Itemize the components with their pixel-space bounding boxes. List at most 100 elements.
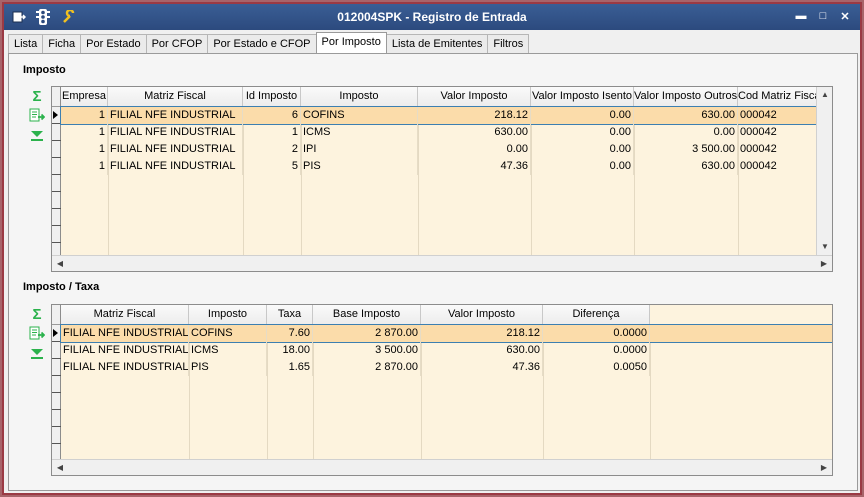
- cell-empresa[interactable]: 1: [61, 107, 108, 124]
- column-header-cod-matriz-fiscal[interactable]: Cod Matriz Fiscal: [738, 87, 822, 107]
- cell-imposto[interactable]: COFINS: [189, 325, 267, 342]
- close-button[interactable]: ✕: [834, 7, 856, 25]
- table-row[interactable]: 1 FILIAL NFE INDUSTRIAL 1 ICMS 630.00 0.…: [61, 124, 818, 141]
- column-header-valor-imposto[interactable]: Valor Imposto: [421, 305, 543, 325]
- cell-matriz-fiscal[interactable]: FILIAL NFE INDUSTRIAL: [61, 325, 189, 342]
- column-header-matriz-fiscal[interactable]: Matriz Fiscal: [108, 87, 243, 107]
- column-header-imposto[interactable]: Imposto: [301, 87, 418, 107]
- cell-valor-imposto-isento[interactable]: 0.00: [531, 158, 634, 175]
- imposto-vertical-scrollbar[interactable]: ▲ ▼: [816, 87, 832, 255]
- column-header-valor-imposto-outros[interactable]: Valor Imposto Outros: [634, 87, 738, 107]
- cell-valor-imposto-isento[interactable]: 0.00: [531, 141, 634, 158]
- column-header-valor-imposto[interactable]: Valor Imposto: [418, 87, 531, 107]
- imposto-taxa-grid: Matriz Fiscal Imposto Taxa Base Imposto …: [51, 304, 833, 476]
- cell-matriz-fiscal[interactable]: FILIAL NFE INDUSTRIAL: [61, 342, 189, 359]
- tab-por-estado-e-cfop[interactable]: Por Estado e CFOP: [207, 34, 317, 53]
- cell-imposto[interactable]: IPI: [301, 141, 418, 158]
- cell-valor-imposto[interactable]: 630.00: [421, 342, 543, 359]
- expand-down-icon[interactable]: [29, 128, 45, 144]
- cell-imposto[interactable]: ICMS: [189, 342, 267, 359]
- scroll-down-icon[interactable]: ▼: [817, 239, 832, 255]
- cell-diferenca[interactable]: 0.0000: [543, 325, 650, 342]
- cell-valor-imposto-outros[interactable]: 630.00: [634, 158, 738, 175]
- column-header-matriz-fiscal[interactable]: Matriz Fiscal: [61, 305, 189, 325]
- sum-icon[interactable]: Σ: [29, 88, 45, 105]
- column-header-taxa[interactable]: Taxa: [267, 305, 313, 325]
- cell-matriz-fiscal[interactable]: FILIAL NFE INDUSTRIAL: [108, 107, 243, 124]
- table-row[interactable]: FILIAL NFE INDUSTRIAL COFINS 7.60 2 870.…: [60, 324, 832, 343]
- cell-valor-imposto-outros[interactable]: 0.00: [634, 124, 738, 141]
- cell-empresa[interactable]: 1: [61, 141, 108, 158]
- table-row[interactable]: 1 FILIAL NFE INDUSTRIAL 2 IPI 0.00 0.00 …: [61, 141, 818, 158]
- export-icon[interactable]: [29, 108, 45, 124]
- cell-taxa[interactable]: 18.00: [267, 342, 313, 359]
- scroll-up-icon[interactable]: ▲: [817, 87, 832, 103]
- cell-valor-imposto[interactable]: 0.00: [418, 141, 531, 158]
- tab-por-cfop[interactable]: Por CFOP: [145, 34, 209, 53]
- cell-matriz-fiscal[interactable]: FILIAL NFE INDUSTRIAL: [108, 141, 243, 158]
- column-header-base-imposto[interactable]: Base Imposto: [313, 305, 421, 325]
- minimize-button[interactable]: ▬: [790, 7, 812, 25]
- cell-imposto[interactable]: COFINS: [301, 107, 418, 124]
- expand-down-icon[interactable]: [29, 346, 45, 362]
- cell-cod-matriz-fiscal[interactable]: 000042: [738, 107, 818, 124]
- imposto-taxa-horizontal-scrollbar[interactable]: ◀ ▶: [52, 459, 832, 475]
- cell-valor-imposto[interactable]: 47.36: [418, 158, 531, 175]
- cell-valor-imposto[interactable]: 47.36: [421, 359, 543, 376]
- cell-valor-imposto[interactable]: 218.12: [421, 325, 543, 342]
- column-header-empresa[interactable]: Empresa: [61, 87, 108, 107]
- tab-lista[interactable]: Lista: [8, 34, 44, 53]
- cell-taxa[interactable]: 1.65: [267, 359, 313, 376]
- cell-imposto[interactable]: PIS: [189, 359, 267, 376]
- cell-diferenca[interactable]: 0.0000: [543, 342, 650, 359]
- cell-cod-matriz-fiscal[interactable]: 000042: [738, 124, 818, 141]
- cell-id-imposto[interactable]: 2: [243, 141, 301, 158]
- table-row[interactable]: 1 FILIAL NFE INDUSTRIAL 5 PIS 47.36 0.00…: [61, 158, 818, 175]
- cell-matriz-fiscal[interactable]: FILIAL NFE INDUSTRIAL: [61, 359, 189, 376]
- export-icon[interactable]: [29, 326, 45, 342]
- tab-por-imposto[interactable]: Por Imposto: [315, 32, 387, 53]
- tab-filtros[interactable]: Filtros: [487, 34, 530, 53]
- cell-cod-matriz-fiscal[interactable]: 000042: [738, 158, 818, 175]
- cell-valor-imposto[interactable]: 630.00: [418, 124, 531, 141]
- cell-imposto[interactable]: ICMS: [301, 124, 418, 141]
- column-header-valor-imposto-isento[interactable]: Valor Imposto Isento: [531, 87, 634, 107]
- column-header-imposto[interactable]: Imposto: [189, 305, 267, 325]
- current-row-arrow-icon: [53, 111, 58, 119]
- cell-base-imposto[interactable]: 2 870.00: [313, 325, 421, 342]
- cell-valor-imposto-isento[interactable]: 0.00: [531, 107, 634, 124]
- scroll-right-icon[interactable]: ▶: [816, 256, 832, 271]
- tab-por-estado[interactable]: Por Estado: [80, 34, 147, 53]
- cell-diferenca[interactable]: 0.0050: [543, 359, 650, 376]
- cell-valor-imposto-outros[interactable]: 3 500.00: [634, 141, 738, 158]
- table-row[interactable]: FILIAL NFE INDUSTRIAL PIS 1.65 2 870.00 …: [61, 359, 832, 376]
- cell-matriz-fiscal[interactable]: FILIAL NFE INDUSTRIAL: [108, 158, 243, 175]
- cell-valor-imposto-outros[interactable]: 630.00: [634, 107, 738, 124]
- imposto-horizontal-scrollbar[interactable]: ◀ ▶: [52, 255, 832, 271]
- cell-empresa[interactable]: 1: [61, 124, 108, 141]
- column-header-diferenca[interactable]: Diferença: [543, 305, 650, 325]
- cell-base-imposto[interactable]: 2 870.00: [313, 359, 421, 376]
- scroll-left-icon[interactable]: ◀: [52, 460, 68, 475]
- cell-valor-imposto[interactable]: 218.12: [418, 107, 531, 124]
- cell-id-imposto[interactable]: 1: [243, 124, 301, 141]
- sum-icon[interactable]: Σ: [29, 306, 45, 323]
- table-row[interactable]: FILIAL NFE INDUSTRIAL ICMS 18.00 3 500.0…: [61, 342, 832, 359]
- cell-imposto[interactable]: PIS: [301, 158, 418, 175]
- cell-base-imposto[interactable]: 3 500.00: [313, 342, 421, 359]
- tab-ficha[interactable]: Ficha: [42, 34, 82, 53]
- cell-id-imposto[interactable]: 5: [243, 158, 301, 175]
- cell-empresa[interactable]: 1: [61, 158, 108, 175]
- tab-lista-de-emitentes[interactable]: Lista de Emitentes: [385, 34, 489, 53]
- cell-cod-matriz-fiscal[interactable]: 000042: [738, 141, 818, 158]
- table-row[interactable]: 1 FILIAL NFE INDUSTRIAL 6 COFINS 218.12 …: [60, 106, 819, 125]
- maximize-button[interactable]: □: [812, 7, 834, 25]
- tab-strip: Lista Ficha Por Estado Por CFOP Por Esta…: [8, 32, 530, 54]
- cell-valor-imposto-isento[interactable]: 0.00: [531, 124, 634, 141]
- cell-id-imposto[interactable]: 6: [243, 107, 301, 124]
- column-header-id-imposto[interactable]: Id Imposto: [243, 87, 301, 107]
- scroll-left-icon[interactable]: ◀: [52, 256, 68, 271]
- cell-matriz-fiscal[interactable]: FILIAL NFE INDUSTRIAL: [108, 124, 243, 141]
- scroll-right-icon[interactable]: ▶: [816, 460, 832, 475]
- cell-taxa[interactable]: 7.60: [267, 325, 313, 342]
